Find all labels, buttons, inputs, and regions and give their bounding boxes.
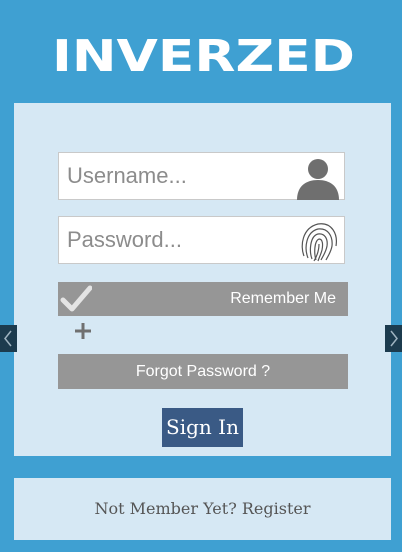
sign-in-button[interactable]: Sign In <box>162 408 243 447</box>
remember-me-label: Remember Me <box>230 290 336 307</box>
user-icon <box>297 159 339 200</box>
username-field-wrapper <box>58 152 345 200</box>
chevron-left-icon <box>4 330 12 347</box>
brand-logo-text: INVERZED <box>52 34 355 74</box>
forgot-password-button[interactable]: Forgot Password ? <box>58 354 348 389</box>
fingerprint-icon <box>301 223 337 262</box>
brand-logo: INVERZED <box>52 34 355 74</box>
login-card: Remember Me Forgot Password ? Sign In <box>14 103 391 456</box>
password-input[interactable] <box>59 217 297 263</box>
prev-slide-button[interactable] <box>0 325 17 352</box>
remember-me-toggle[interactable]: Remember Me <box>58 282 348 316</box>
register-link[interactable]: Not Member Yet? Register <box>14 478 391 540</box>
check-icon <box>60 285 92 312</box>
username-input[interactable] <box>59 153 297 199</box>
next-slide-button[interactable] <box>385 325 402 352</box>
password-field-wrapper <box>58 216 345 264</box>
plus-icon[interactable] <box>74 322 92 340</box>
chevron-right-icon <box>390 330 398 347</box>
